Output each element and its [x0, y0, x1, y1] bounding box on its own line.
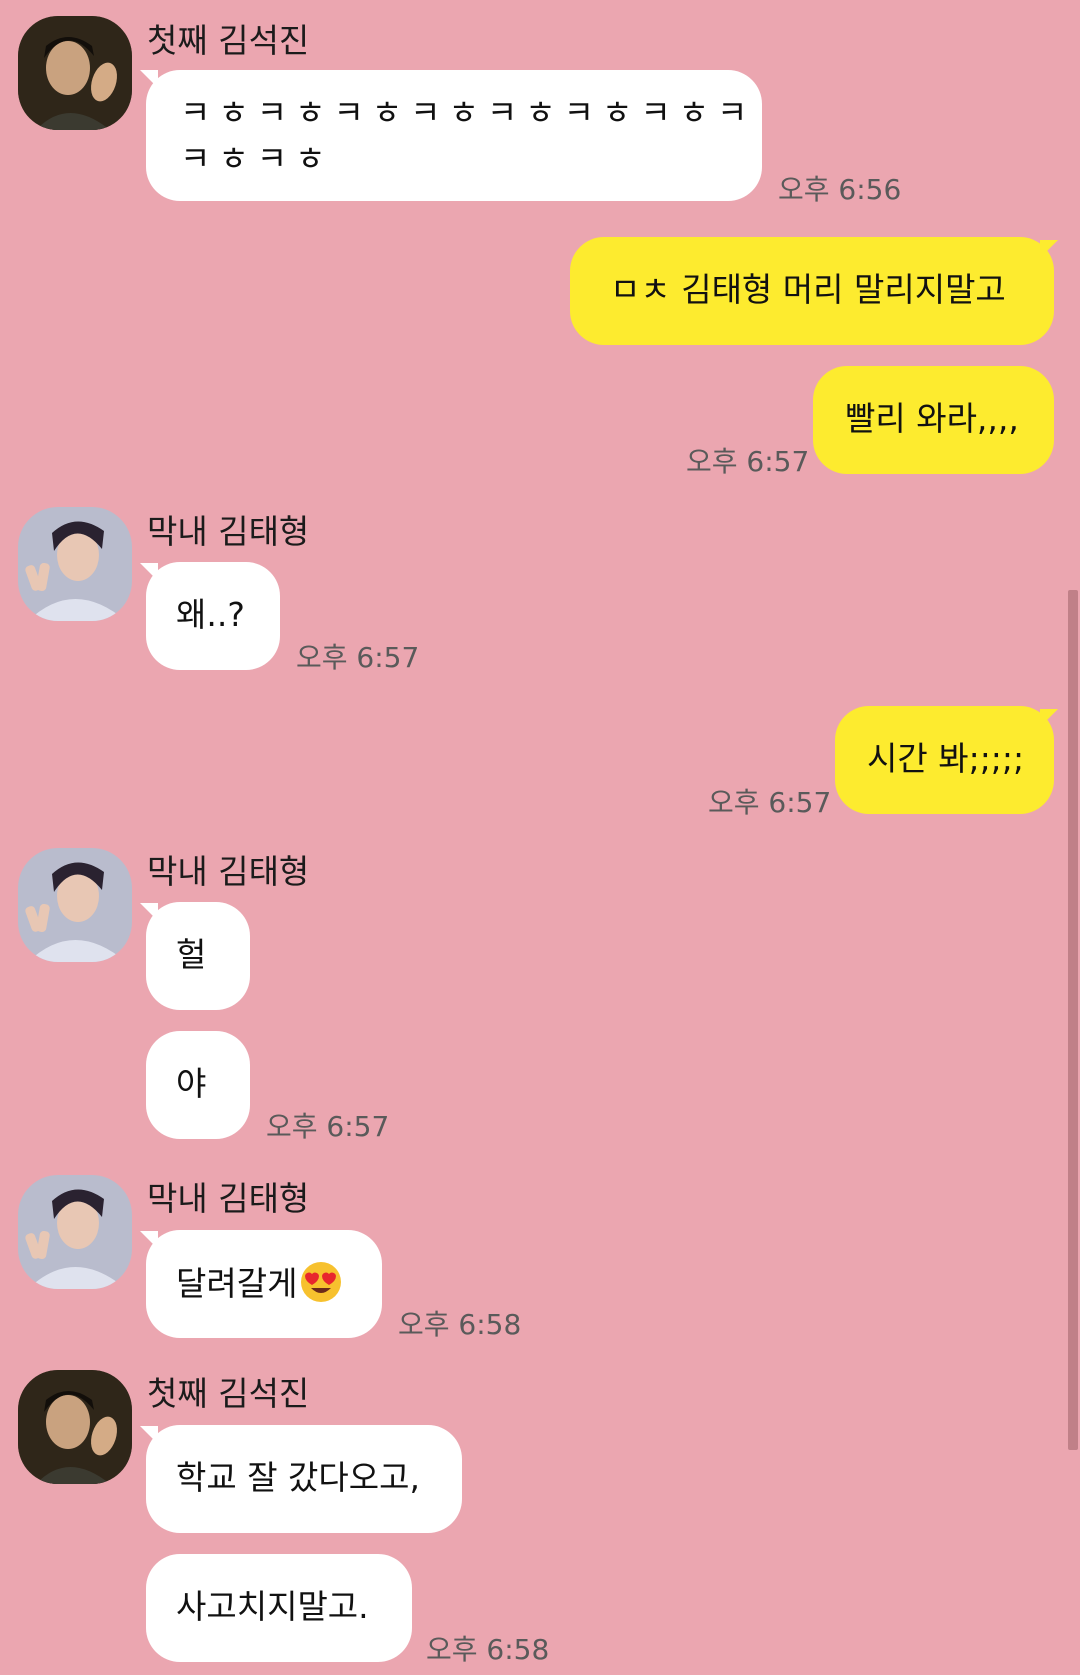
v-avatar-image — [18, 1175, 132, 1289]
sender-name: 첫째 김석진 — [147, 21, 310, 60]
message-bubble[interactable]: 사고치지말고. — [146, 1554, 412, 1662]
jin-avatar-image — [18, 16, 132, 130]
message-bubble[interactable]: 학교 잘 갔다오고, — [146, 1425, 462, 1533]
message-text: 헐 — [176, 935, 207, 974]
message-bubble[interactable]: 달려갈게 — [146, 1230, 382, 1338]
bubble-tail — [1040, 240, 1058, 258]
bubble-tail — [140, 903, 158, 921]
chat-room: 첫째 김석진 ㅋㅎㅋㅎㅋㅎㅋㅎㅋㅎㅋㅎㅋㅎㅋ ㅋㅎㅋㅎ 오후 6:56 ㅁㅊ 김… — [0, 0, 1080, 1675]
scrollbar[interactable] — [1068, 590, 1078, 1450]
message-bubble[interactable]: 야 — [146, 1031, 250, 1139]
bubble-tail — [1040, 709, 1058, 727]
bubble-tail — [140, 70, 158, 88]
message-text: ㅁㅊ 김태형 머리 말리지말고 — [610, 270, 1006, 309]
heart-eyes-emoji-icon — [301, 1262, 342, 1302]
message-time: 오후 6:57 — [266, 1110, 390, 1143]
sender-name: 막내 김태형 — [147, 512, 310, 551]
message-time: 오후 6:56 — [778, 173, 902, 206]
message-time: 오후 6:58 — [426, 1633, 550, 1666]
message-time: 오후 6:58 — [398, 1308, 522, 1341]
v-avatar[interactable] — [18, 848, 132, 962]
v-avatar-image — [18, 507, 132, 621]
sender-name: 첫째 김석진 — [147, 1374, 310, 1413]
bubble-tail — [140, 563, 158, 581]
message-text: ㅋㅎㅋㅎㅋㅎㅋㅎㅋㅎㅋㅎㅋㅎㅋ — [180, 93, 756, 132]
message-bubble[interactable]: ㅋㅎㅋㅎㅋㅎㅋㅎㅋㅎㅋㅎㅋㅎㅋ ㅋㅎㅋㅎ — [146, 70, 762, 201]
message-text: 사고치지말고. — [176, 1587, 369, 1626]
message-bubble[interactable]: 왜..? — [146, 562, 280, 670]
message-bubble[interactable]: 헐 — [146, 902, 250, 1010]
message-text: ㅋㅎㅋㅎ — [180, 139, 334, 178]
v-avatar-image — [18, 848, 132, 962]
sender-name: 막내 김태형 — [147, 852, 310, 891]
message-text: 시간 봐;;;;; — [867, 739, 1025, 778]
bubble-tail — [140, 1426, 158, 1444]
message-bubble[interactable]: 시간 봐;;;;; — [835, 706, 1054, 814]
message-time: 오후 6:57 — [708, 786, 832, 819]
v-avatar[interactable] — [18, 507, 132, 621]
message-text-body: 달려갈게 — [176, 1264, 298, 1303]
sender-name: 막내 김태형 — [147, 1179, 310, 1218]
message-bubble[interactable]: ㅁㅊ 김태형 머리 말리지말고 — [570, 237, 1054, 345]
message-text: 학교 잘 갔다오고, — [176, 1458, 420, 1497]
message-time: 오후 6:57 — [296, 641, 420, 674]
message-text: 빨리 와라,,,, — [845, 399, 1019, 438]
message-time: 오후 6:57 — [686, 445, 810, 478]
message-text: 왜..? — [176, 595, 245, 634]
message-bubble[interactable]: 빨리 와라,,,, — [813, 366, 1054, 474]
jin-avatar-image — [18, 1370, 132, 1484]
message-text: 야 — [176, 1064, 207, 1103]
message-text: 달려갈게 — [176, 1260, 343, 1307]
jin-avatar[interactable] — [18, 16, 132, 130]
jin-avatar[interactable] — [18, 1370, 132, 1484]
bubble-tail — [140, 1231, 158, 1249]
v-avatar[interactable] — [18, 1175, 132, 1289]
